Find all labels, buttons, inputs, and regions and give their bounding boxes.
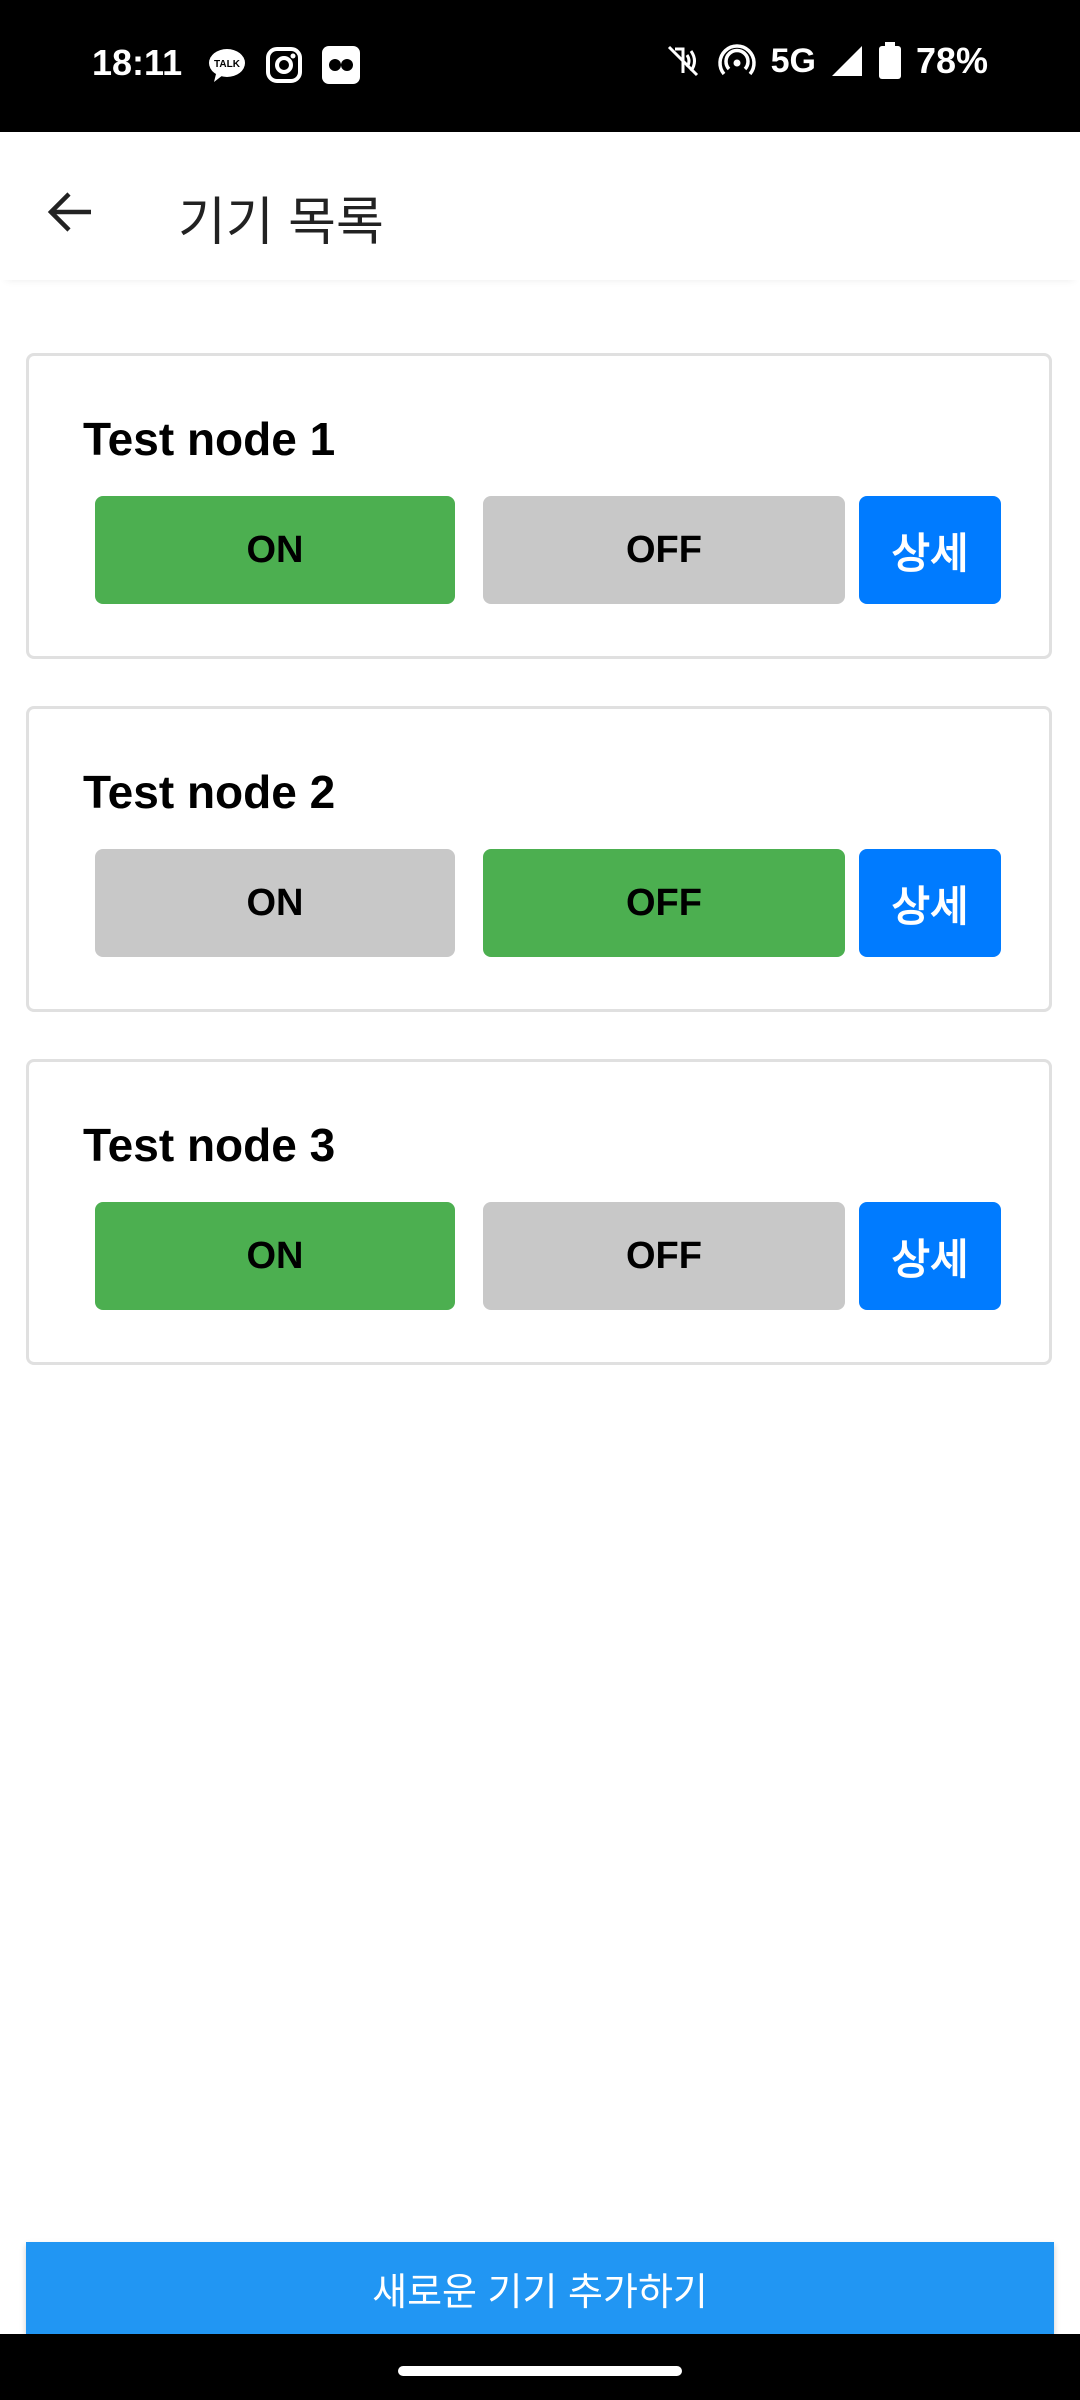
instagram-icon (266, 47, 302, 83)
flickr-icon (322, 46, 360, 84)
hotspot-icon (717, 44, 756, 76)
back-button[interactable] (30, 172, 110, 252)
device-card: Test node 2 ON OFF 상세 (26, 706, 1052, 1012)
navigation-bar (0, 2334, 1080, 2400)
detail-button[interactable]: 상세 (859, 1202, 1001, 1310)
device-name: Test node 3 (83, 1119, 336, 1171)
page-title: 기기 목록 (178, 194, 384, 252)
on-button[interactable]: ON (95, 1202, 455, 1310)
battery-icon (878, 42, 901, 79)
device-name: Test node 1 (83, 413, 336, 465)
status-time: 18:11 (92, 42, 183, 83)
arrow-left-icon (47, 192, 91, 232)
off-button[interactable]: OFF (483, 1202, 845, 1310)
signal-icon (831, 46, 862, 76)
app-bar: 기기 목록 (0, 132, 1080, 280)
on-button[interactable]: ON (95, 496, 455, 604)
off-button[interactable]: OFF (483, 849, 845, 957)
svg-text:TALK: TALK (214, 59, 241, 70)
notification-icons: TALK (206, 44, 362, 86)
system-icons: 5G 78% (663, 40, 988, 82)
home-gesture-handle[interactable] (398, 2366, 682, 2376)
detail-button[interactable]: 상세 (859, 496, 1001, 604)
status-bar: 18:11 TALK 5G 78% (0, 0, 1080, 132)
device-name: Test node 2 (83, 766, 336, 818)
vibrate-off-icon (667, 45, 698, 77)
off-button[interactable]: OFF (483, 496, 845, 604)
add-device-button[interactable]: 새로운 기기 추가하기 (26, 2242, 1054, 2334)
kakaotalk-icon: TALK (209, 49, 245, 82)
battery-level: 78% (915, 40, 988, 81)
network-type: 5G (770, 41, 816, 80)
on-button[interactable]: ON (95, 849, 455, 957)
device-card: Test node 3 ON OFF 상세 (26, 1059, 1052, 1365)
device-card: Test node 1 ON OFF 상세 (26, 353, 1052, 659)
detail-button[interactable]: 상세 (859, 849, 1001, 957)
